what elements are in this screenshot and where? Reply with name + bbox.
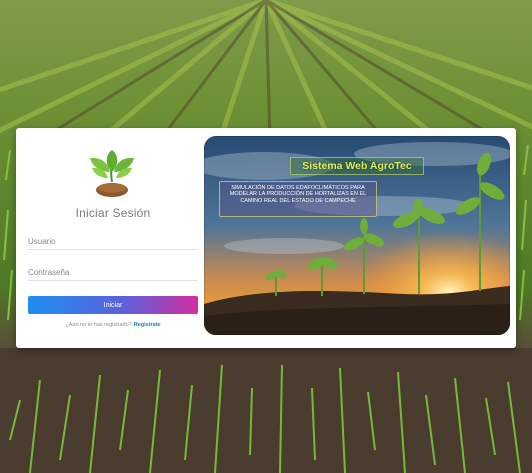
login-panel: Iniciar Sesión Iniciar ¿Aún no te has re… — [16, 128, 204, 348]
signup-prompt-text: ¿Aún no te has registrado? — [65, 322, 132, 328]
password-field[interactable] — [28, 262, 198, 281]
hero-banner: Sistema Web AgroTec SIMULACIÓN DE DATOS … — [204, 136, 510, 335]
login-card: Iniciar Sesión Iniciar ¿Aún no te has re… — [16, 128, 516, 348]
hero-description: SIMULACIÓN DE DATOS EDAFOCLIMÁTICOS PARA… — [219, 181, 377, 217]
login-title: Iniciar Sesión — [75, 206, 151, 220]
login-button[interactable]: Iniciar — [28, 296, 198, 314]
hero-title: Sistema Web AgroTec — [290, 157, 424, 175]
signup-link[interactable]: Registrate — [134, 322, 161, 328]
username-field[interactable] — [28, 231, 198, 250]
sprout-in-soil-icon — [86, 142, 138, 198]
signup-prompt: ¿Aún no te has registrado? Registrate — [16, 322, 210, 328]
username-input[interactable] — [28, 233, 198, 250]
password-input[interactable] — [28, 264, 198, 281]
